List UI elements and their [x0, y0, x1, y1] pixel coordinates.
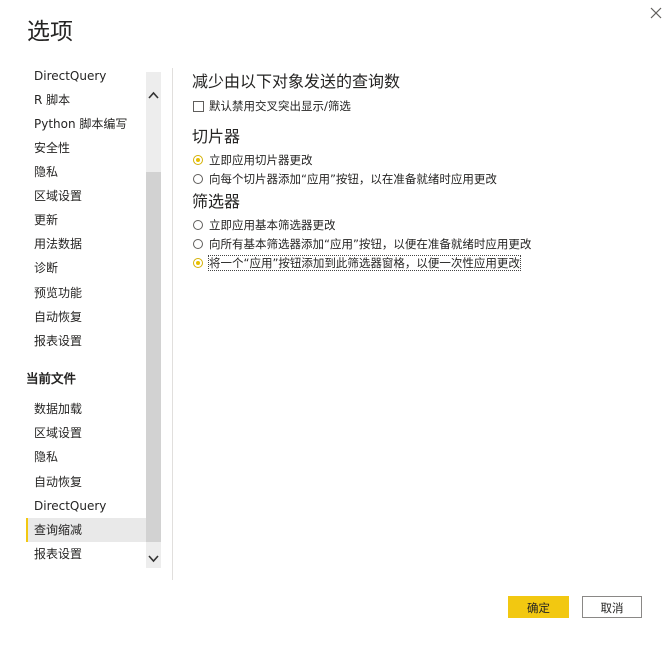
sidebar-item-file-auto-recovery[interactable]: 自动恢复	[26, 470, 146, 494]
reduce-queries-heading: 减少由以下对象发送的查询数	[192, 72, 401, 91]
filter-pane-apply-button-option[interactable]: 将一个“应用”按钮添加到此筛选器窗格，以便一次性应用更改	[192, 254, 662, 273]
sidebar-item-preview-features[interactable]: 预览功能	[26, 281, 146, 305]
sidebar-item-security[interactable]: 安全性	[26, 136, 146, 160]
close-icon	[650, 7, 662, 19]
sidebar-item-file-report-settings[interactable]: 报表设置	[26, 542, 146, 566]
sidebar-item-diagnostics[interactable]: 诊断	[26, 256, 146, 280]
chevron-down-icon	[148, 555, 159, 563]
sidebar-scrollbar[interactable]	[146, 72, 161, 568]
filters-heading: 筛选器	[192, 192, 241, 211]
sidebar-item-directquery[interactable]: DirectQuery	[26, 68, 146, 88]
slicer-apply-button-radio[interactable]	[193, 174, 203, 184]
disable-cross-highlight-checkbox[interactable]	[193, 101, 204, 112]
sidebar-nav: DirectQuery R 脚本 Python 脚本编写 安全性 隐私 区域设置…	[26, 68, 146, 568]
filter-apply-immediately-option[interactable]: 立即应用基本筛选器更改	[192, 216, 662, 235]
current-file-header: 当前文件	[26, 371, 77, 386]
sidebar-item-updates[interactable]: 更新	[26, 208, 146, 232]
panel-divider	[172, 68, 173, 580]
slicer-apply-immediately-label: 立即应用切片器更改	[209, 153, 313, 167]
sidebar-item-usage-data[interactable]: 用法数据	[26, 232, 146, 256]
slicer-apply-immediately-option[interactable]: 立即应用切片器更改	[192, 151, 662, 170]
sidebar-item-r-script[interactable]: R 脚本	[26, 88, 146, 112]
sidebar-item-regional-settings[interactable]: 区域设置	[26, 184, 146, 208]
scroll-thumb[interactable]	[146, 172, 161, 542]
sidebar-item-file-directquery[interactable]: DirectQuery	[26, 494, 146, 518]
close-button[interactable]	[645, 2, 667, 24]
filter-apply-immediately-radio[interactable]	[193, 220, 203, 230]
cancel-button[interactable]: 取消	[582, 596, 642, 618]
sidebar-item-file-regional-settings[interactable]: 区域设置	[26, 421, 146, 445]
filter-apply-button-each-radio[interactable]	[193, 239, 203, 249]
chevron-up-icon	[148, 91, 159, 99]
slicers-heading: 切片器	[192, 127, 241, 146]
sidebar-item-auto-recovery[interactable]: 自动恢复	[26, 305, 146, 329]
scroll-down-button[interactable]	[146, 550, 161, 568]
disable-cross-highlight-option[interactable]: 默认禁用交叉突出显示/筛选	[192, 97, 662, 116]
filter-pane-apply-button-label: 将一个“应用”按钮添加到此筛选器窗格，以便一次性应用更改	[208, 255, 521, 271]
slicer-apply-button-option[interactable]: 向每个切片器添加“应用”按钮，以在准备就绪时应用更改	[192, 170, 662, 189]
sidebar-item-data-load[interactable]: 数据加载	[26, 397, 146, 421]
scroll-up-button[interactable]	[146, 86, 161, 104]
options-dialog: 选项 DirectQuery R 脚本 Python 脚本编写 安全性 隐私 区…	[0, 0, 670, 645]
slicer-apply-immediately-radio[interactable]	[193, 155, 203, 165]
filter-pane-apply-button-radio[interactable]	[193, 258, 203, 268]
filter-apply-immediately-label: 立即应用基本筛选器更改	[209, 218, 336, 232]
sidebar-item-python-script[interactable]: Python 脚本编写	[26, 112, 146, 136]
query-reduction-panel: 减少由以下对象发送的查询数 默认禁用交叉突出显示/筛选 切片器 立即应用切片器更…	[192, 70, 662, 273]
sidebar-item-privacy[interactable]: 隐私	[26, 160, 146, 184]
filter-apply-button-each-option[interactable]: 向所有基本筛选器添加“应用”按钮，以便在准备就绪时应用更改	[192, 235, 662, 254]
sidebar-item-report-settings[interactable]: 报表设置	[26, 329, 146, 353]
disable-cross-highlight-label: 默认禁用交叉突出显示/筛选	[209, 99, 351, 113]
dialog-title: 选项	[27, 19, 73, 45]
ok-button[interactable]: 确定	[508, 596, 569, 618]
sidebar-item-query-reduction[interactable]: 查询缩减	[26, 518, 146, 542]
filter-apply-button-each-label: 向所有基本筛选器添加“应用”按钮，以便在准备就绪时应用更改	[209, 237, 532, 251]
slicer-apply-button-label: 向每个切片器添加“应用”按钮，以在准备就绪时应用更改	[209, 172, 497, 186]
sidebar-item-file-privacy[interactable]: 隐私	[26, 445, 146, 469]
